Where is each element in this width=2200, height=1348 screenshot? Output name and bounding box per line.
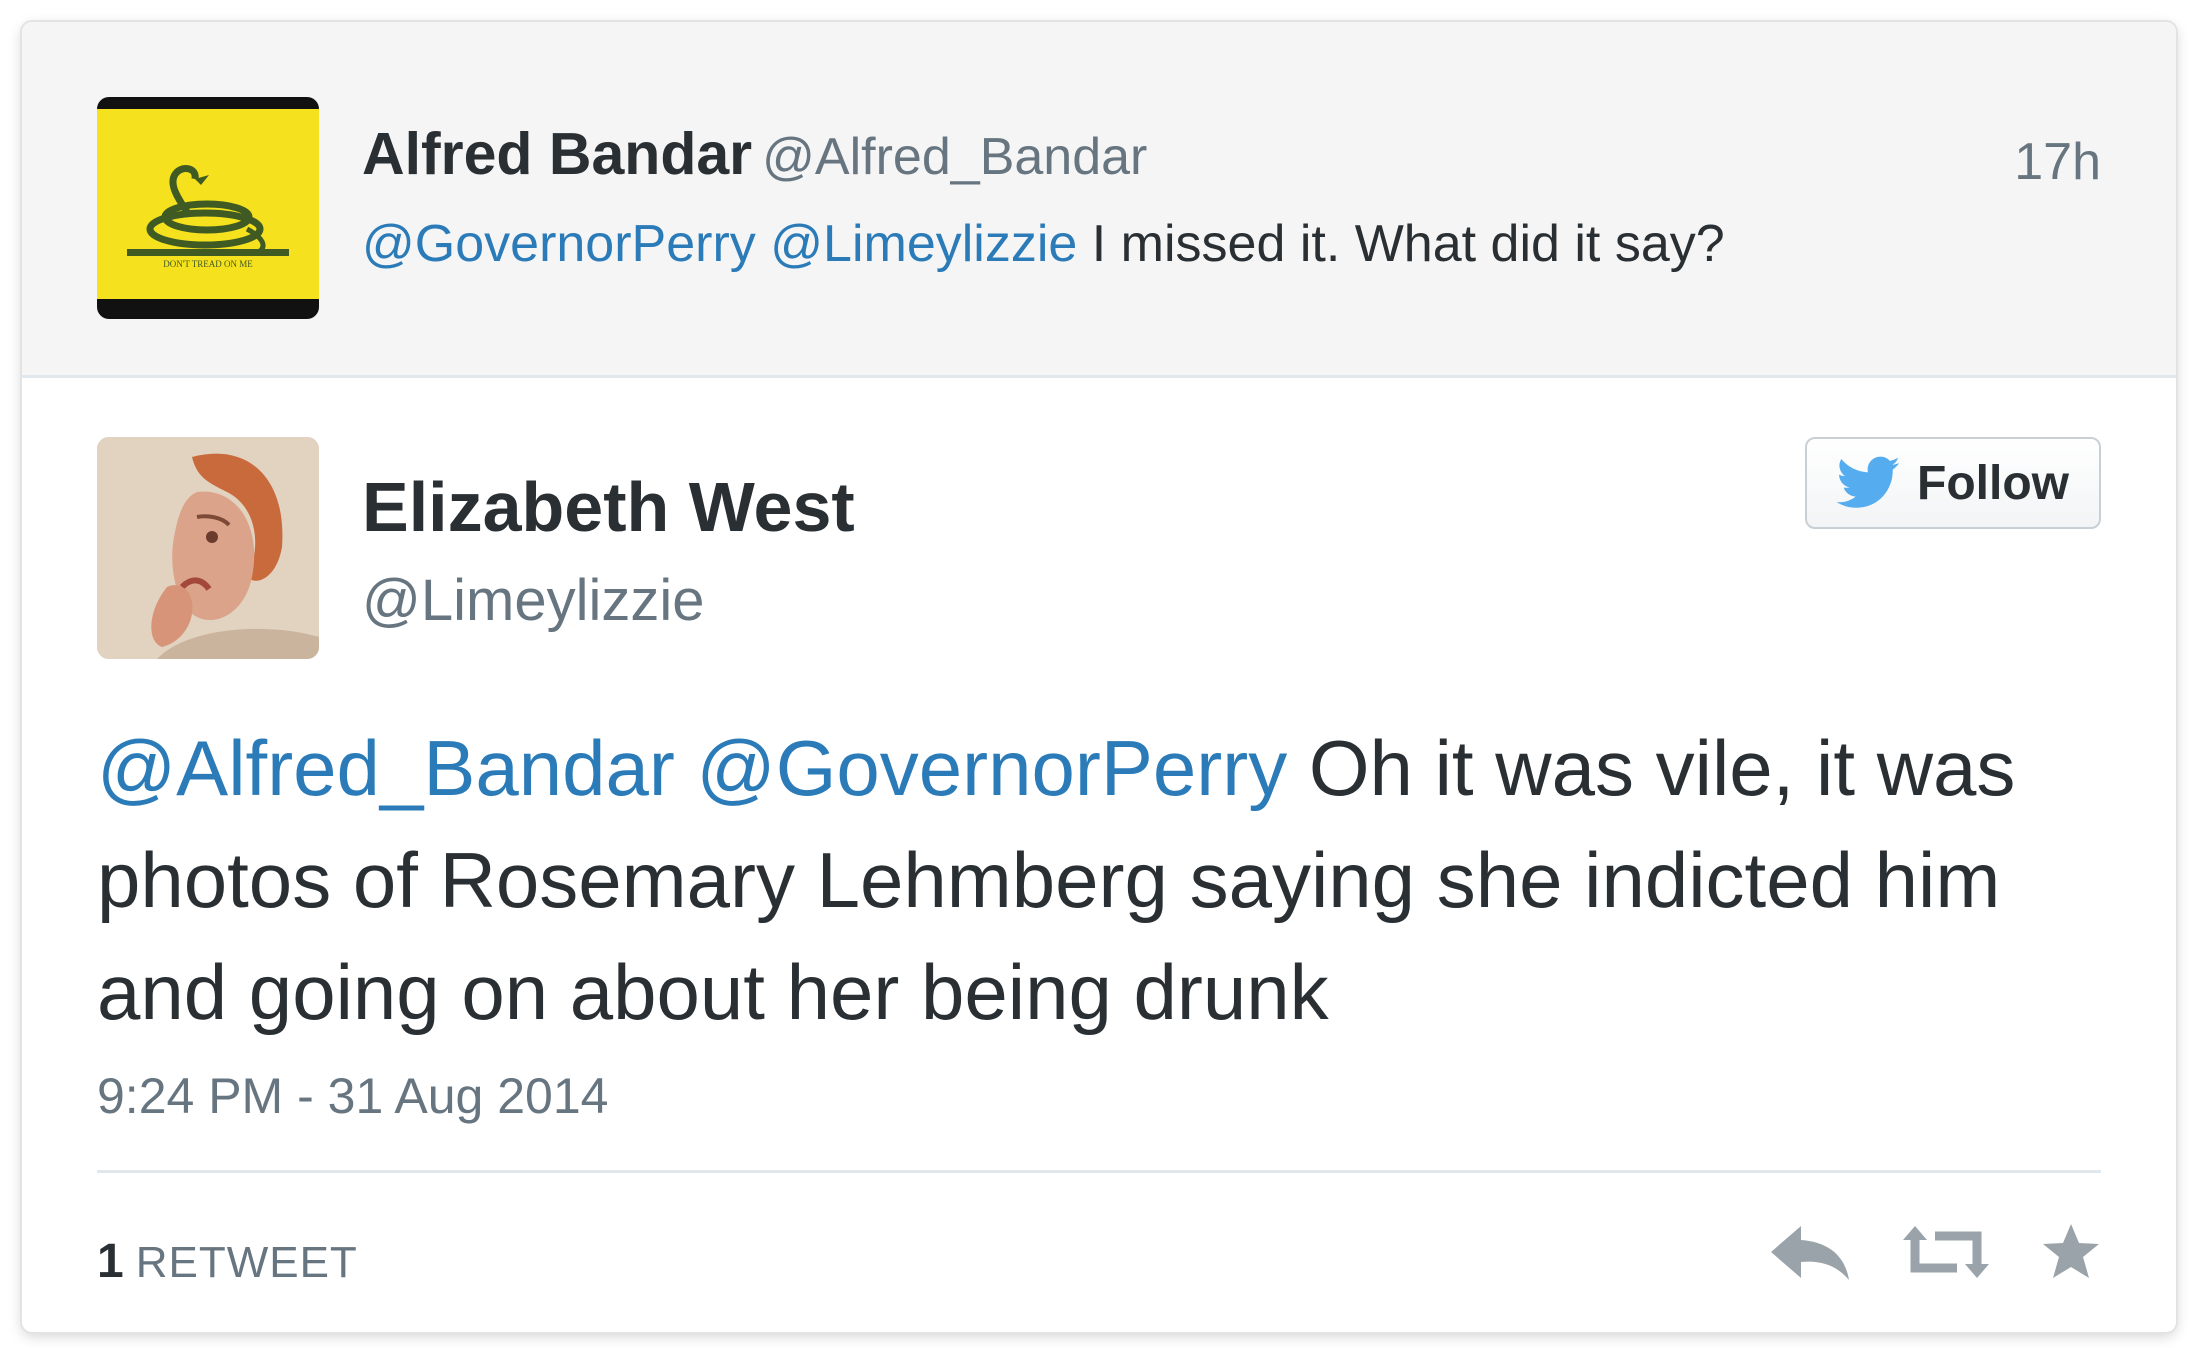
tweet-text: @Alfred_Bandar @GovernorPerry Oh it was …	[97, 712, 2097, 1048]
reply-author-line: Alfred Bandar @Alfred_Bandar	[362, 120, 1147, 188]
retweet-stats[interactable]: 1 RETWEET	[97, 1234, 358, 1289]
tweet-mention-governorperry[interactable]: @GovernorPerry	[697, 724, 1288, 812]
reply-timestamp[interactable]: 17h	[2014, 132, 2101, 192]
embedded-tweet-card: DON'T TREAD ON ME Alfred Bandar @Alfred_B…	[22, 22, 2176, 1332]
retweet-icon[interactable]	[1901, 1222, 1991, 1282]
follow-button-label: Follow	[1917, 456, 2069, 510]
divider	[97, 1170, 2101, 1173]
retweet-caption: RETWEET	[135, 1238, 358, 1287]
follow-button[interactable]: Follow	[1805, 437, 2101, 529]
reply-author-avatar[interactable]: DON'T TREAD ON ME	[97, 97, 319, 319]
favorite-icon[interactable]	[2041, 1222, 2101, 1282]
tweet-mention-alfred-bandar[interactable]: @Alfred_Bandar	[97, 724, 675, 812]
author-handle[interactable]: @Limeylizzie	[362, 567, 705, 634]
author-avatar[interactable]	[97, 437, 319, 659]
in-reply-to-tweet[interactable]: DON'T TREAD ON ME Alfred Bandar @Alfred_B…	[22, 22, 2176, 378]
reply-author-name[interactable]: Alfred Bandar	[362, 121, 752, 187]
gadsden-flag-image: DON'T TREAD ON ME	[97, 97, 319, 319]
reply-author-handle[interactable]: @Alfred_Bandar	[762, 128, 1147, 186]
tweet-actions	[1717, 1222, 2101, 1282]
retweet-count: 1	[97, 1235, 124, 1288]
reply-body-text: I missed it. What did it say?	[1091, 215, 1725, 273]
reply-text: @GovernorPerry @Limeylizzie I missed it.…	[362, 214, 1725, 274]
portrait-image	[97, 437, 319, 659]
twitter-bird-icon	[1836, 456, 1901, 510]
reply-mention-governorperry[interactable]: @GovernorPerry	[362, 215, 756, 273]
flag-motto: DON'T TREAD ON ME	[163, 259, 253, 269]
author-name[interactable]: Elizabeth West	[362, 467, 855, 547]
tweet-timestamp[interactable]: 9:24 PM - 31 Aug 2014	[97, 1067, 608, 1125]
reply-icon[interactable]	[1767, 1222, 1851, 1282]
reply-mention-limeylizzie[interactable]: @Limeylizzie	[770, 215, 1077, 273]
